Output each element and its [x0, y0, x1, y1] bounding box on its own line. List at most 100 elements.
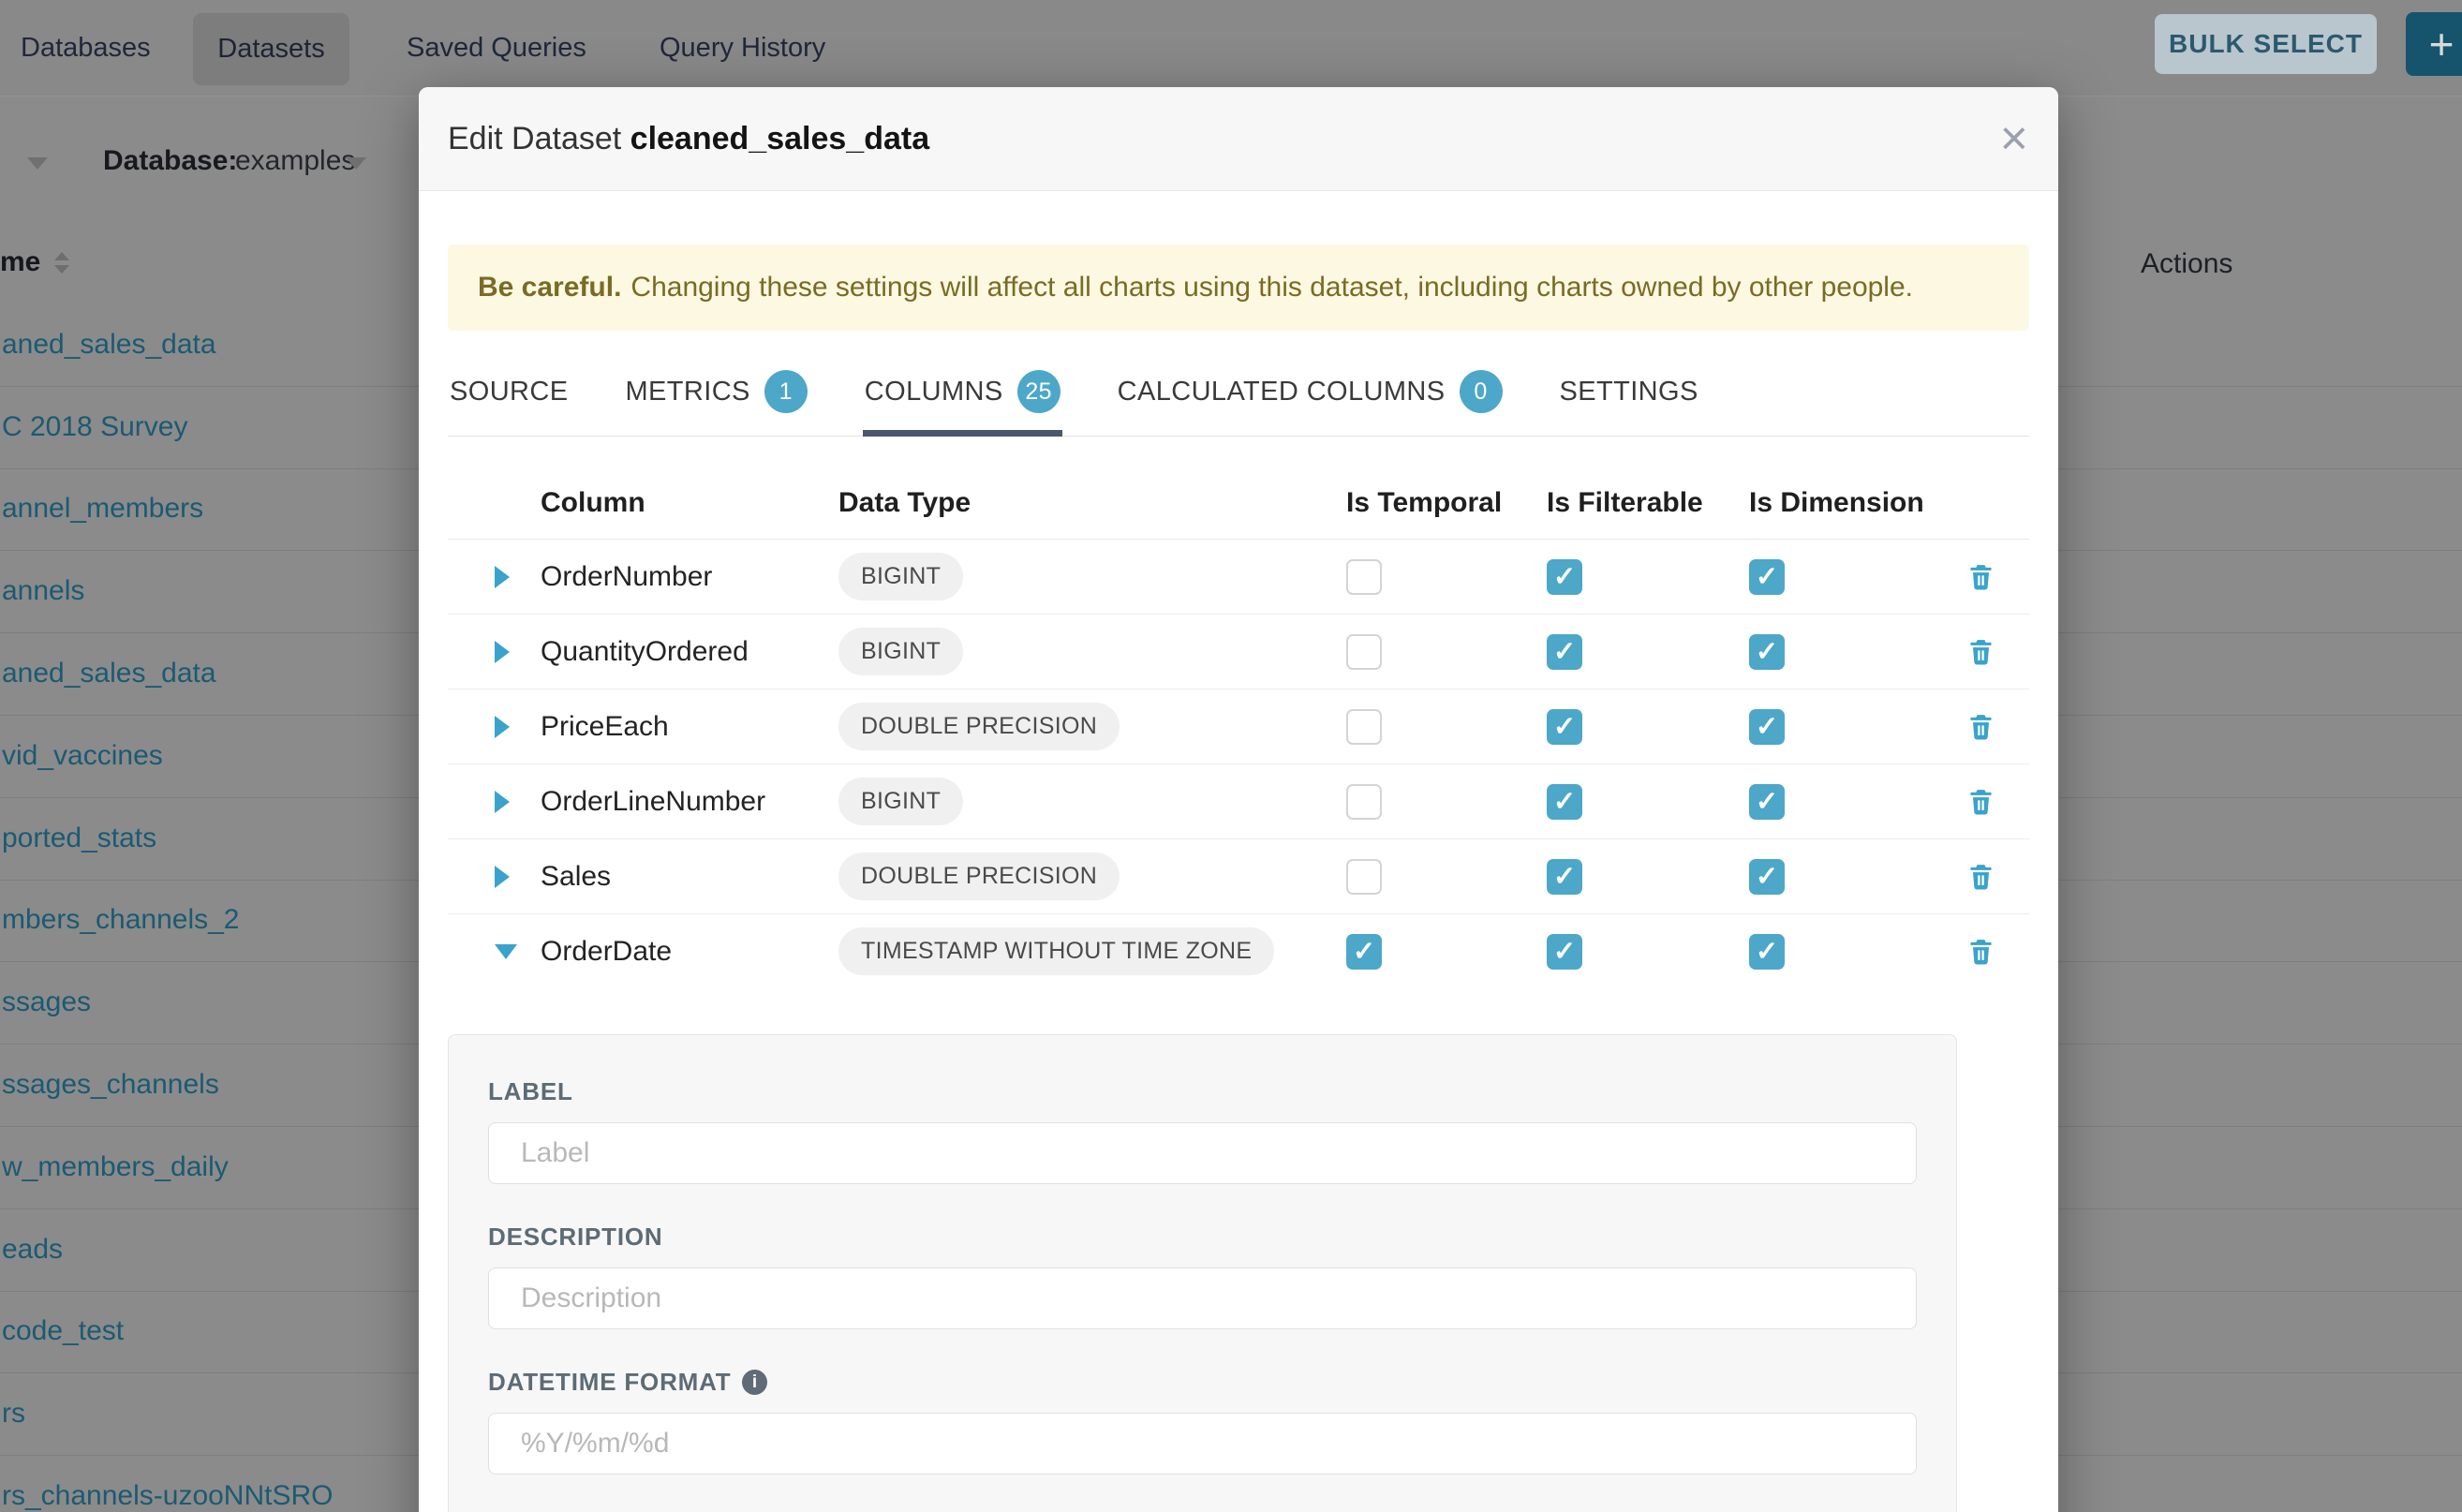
- name-column-header[interactable]: me: [0, 246, 40, 278]
- dataset-link[interactable]: annel_members: [2, 493, 203, 525]
- is-dimension-header: Is Dimension: [1749, 487, 1965, 519]
- datatype-pill: BIGINT: [838, 553, 963, 600]
- collapse-caret-icon[interactable]: [495, 944, 517, 959]
- dataset-link[interactable]: w_members_daily: [2, 1151, 229, 1183]
- modal-title: Edit Dataset cleaned_sales_data: [448, 121, 929, 157]
- add-dataset-button[interactable]: +: [2406, 12, 2462, 76]
- label-field-group: LABEL: [488, 1077, 1917, 1184]
- description-input[interactable]: [488, 1267, 1917, 1329]
- tab-calculated-columns[interactable]: CALCULATED COLUMNS 0: [1116, 370, 1505, 436]
- dataset-link[interactable]: rs: [2, 1398, 25, 1430]
- close-icon[interactable]: ×: [2000, 114, 2028, 163]
- is-dimension-checkbox-checked[interactable]: ✓: [1749, 634, 1785, 670]
- column-row: OrderDateTIMESTAMP WITHOUT TIME ZONE✓✓✓: [448, 914, 2029, 988]
- datatype-pill: DOUBLE PRECISION: [838, 852, 1120, 900]
- column-header: Column: [541, 487, 838, 519]
- dataset-link[interactable]: ssages_channels: [2, 1069, 219, 1101]
- dataset-link[interactable]: annels: [2, 575, 84, 607]
- dataset-link[interactable]: code_test: [2, 1315, 124, 1347]
- delete-column-button[interactable]: [1965, 711, 2029, 742]
- datetime-format-heading: DATETIME FORMAT: [488, 1368, 731, 1397]
- dataset-link[interactable]: ssages: [2, 986, 91, 1018]
- is-temporal-checkbox-unchecked[interactable]: [1346, 859, 1382, 895]
- sort-icon[interactable]: [54, 252, 69, 274]
- tab-label: COLUMNS: [865, 377, 1003, 408]
- is-temporal-checkbox-unchecked[interactable]: [1346, 634, 1382, 670]
- is-temporal-checkbox-checked[interactable]: ✓: [1346, 934, 1382, 970]
- chevron-down-icon[interactable]: [27, 157, 48, 170]
- database-filter-value[interactable]: examples: [235, 145, 355, 177]
- trash-icon: [1965, 936, 1996, 967]
- tab-count-badge: 0: [1460, 370, 1503, 413]
- warning-banner: Be careful. Changing these settings will…: [448, 245, 2029, 331]
- delete-column-button[interactable]: [1965, 561, 2029, 592]
- is-dimension-checkbox-checked[interactable]: ✓: [1749, 859, 1785, 895]
- is-filterable-checkbox-checked[interactable]: ✓: [1547, 634, 1582, 670]
- info-icon[interactable]: i: [742, 1370, 767, 1395]
- edit-dataset-modal: Edit Dataset cleaned_sales_data × Be car…: [419, 87, 2058, 1512]
- expand-caret-icon[interactable]: [495, 566, 510, 588]
- description-field-heading: DESCRIPTION: [488, 1223, 662, 1252]
- bulk-select-button[interactable]: BULK SELECT: [2155, 14, 2377, 74]
- is-dimension-checkbox-checked[interactable]: ✓: [1749, 784, 1785, 820]
- expand-caret-icon[interactable]: [495, 716, 510, 738]
- column-row: OrderNumberBIGINT ✓ ✓: [448, 540, 2029, 615]
- trash-icon: [1965, 861, 1996, 892]
- tab-label: METRICS: [625, 377, 749, 408]
- nav-item-saved-queries[interactable]: Saved Queries: [407, 0, 586, 96]
- datatype-pill: TIMESTAMP WITHOUT TIME ZONE: [838, 927, 1274, 975]
- chevron-down-icon[interactable]: [346, 157, 366, 170]
- tab-label: CALCULATED COLUMNS: [1118, 377, 1446, 408]
- warning-text: Changing these settings will affect all …: [630, 272, 1913, 304]
- is-temporal-header: Is Temporal: [1346, 487, 1547, 519]
- dataset-link[interactable]: vid_vaccines: [2, 740, 163, 772]
- column-name: OrderNumber: [541, 561, 838, 593]
- warning-bold-text: Be careful.: [478, 272, 621, 304]
- expand-caret-icon[interactable]: [495, 641, 510, 663]
- columns-table-header: Column Data Type Is Temporal Is Filterab…: [448, 467, 2029, 540]
- delete-column-button[interactable]: [1965, 936, 2029, 967]
- column-row: OrderLineNumberBIGINT✓✓: [448, 764, 2029, 839]
- database-filter-label: Database:: [103, 145, 237, 177]
- datetime-format-input[interactable]: [488, 1413, 1917, 1475]
- is-dimension-checkbox-checked[interactable]: ✓: [1749, 934, 1785, 970]
- tab-settings[interactable]: SETTINGS: [1558, 370, 1700, 436]
- is-temporal-checkbox-unchecked[interactable]: [1346, 709, 1382, 745]
- delete-column-button[interactable]: [1965, 861, 2029, 892]
- label-input[interactable]: [488, 1122, 1917, 1184]
- is-filterable-checkbox-checked[interactable]: ✓: [1547, 784, 1582, 820]
- tab-count-badge: 25: [1017, 370, 1060, 413]
- tab-source[interactable]: SOURCE: [448, 370, 570, 436]
- tab-metrics[interactable]: METRICS1: [623, 370, 808, 436]
- dataset-link[interactable]: eads: [2, 1234, 63, 1266]
- delete-column-button[interactable]: [1965, 786, 2029, 817]
- is-temporal-checkbox-unchecked[interactable]: [1346, 559, 1382, 595]
- column-row: PriceEachDOUBLE PRECISION✓✓: [448, 689, 2029, 764]
- nav-item-datasets[interactable]: Datasets: [193, 13, 349, 85]
- is-filterable-checkbox-checked[interactable]: ✓: [1547, 709, 1582, 745]
- delete-column-button[interactable]: [1965, 636, 2029, 667]
- dataset-link[interactable]: aned_sales_data: [2, 329, 216, 361]
- datasets-page: Databases Datasets Saved Queries Query Hist…: [0, 0, 2462, 1512]
- active-tab-underline: [863, 430, 1062, 437]
- is-filterable-checkbox-checked[interactable]: ✓: [1547, 559, 1582, 595]
- nav-item-query-history[interactable]: Query History: [660, 0, 825, 96]
- dataset-link[interactable]: mbers_channels_2: [2, 904, 240, 936]
- expand-caret-icon[interactable]: [495, 866, 510, 888]
- dataset-link[interactable]: ported_stats: [2, 823, 156, 854]
- tab-columns[interactable]: COLUMNS 25: [863, 370, 1062, 436]
- column-name: PriceEach: [541, 711, 838, 743]
- column-name: Sales: [541, 861, 838, 893]
- is-dimension-checkbox-checked[interactable]: ✓: [1749, 709, 1785, 745]
- actions-column-header: Actions: [2141, 248, 2232, 280]
- dataset-link[interactable]: aned_sales_data: [2, 658, 216, 689]
- is-dimension-checkbox-checked[interactable]: ✓: [1749, 559, 1785, 595]
- is-temporal-checkbox-unchecked[interactable]: [1346, 784, 1382, 820]
- expand-caret-icon[interactable]: [495, 791, 510, 813]
- is-filterable-checkbox-checked[interactable]: ✓: [1547, 859, 1582, 895]
- nav-item-databases[interactable]: Databases: [21, 0, 151, 96]
- dataset-link[interactable]: rs_channels-uzooNNtSRO: [2, 1480, 333, 1512]
- trash-icon: [1965, 711, 1996, 742]
- dataset-link[interactable]: C 2018 Survey: [2, 411, 187, 443]
- is-filterable-checkbox-checked[interactable]: ✓: [1547, 934, 1582, 970]
